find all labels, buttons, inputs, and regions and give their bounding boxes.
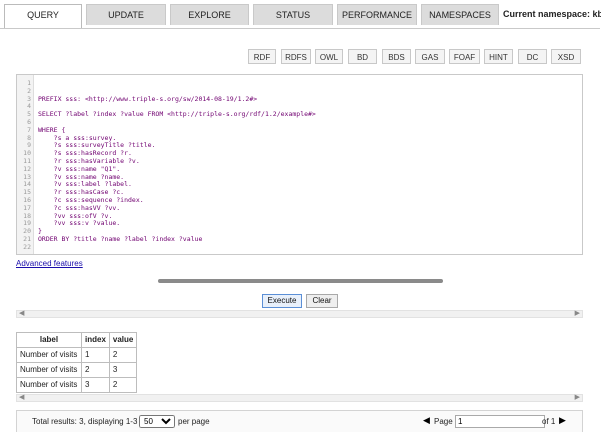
line-number: 4 <box>27 102 31 111</box>
line-number: 1 <box>27 79 31 87</box>
line-number: 22 <box>23 242 31 251</box>
code-text: } <box>38 227 42 236</box>
line-number: 9 <box>27 141 31 150</box>
line-number: 14 <box>23 180 31 189</box>
current-namespace: Current namespace: kb <box>503 9 601 19</box>
table-cell: 3 <box>108 362 138 378</box>
code-text: ?s sss:hasRecord ?r. <box>38 149 132 158</box>
code-text: ORDER BY ?title ?name ?label ?index ?val… <box>38 235 203 243</box>
tab-update[interactable]: UPDATE <box>86 4 166 25</box>
code-text: ?vv sss:ofV ?v. <box>38 211 113 220</box>
total-results-text: Total results: 3, displaying 1-3 <box>32 417 138 426</box>
table-cell: Number of visits <box>16 347 82 363</box>
query-editor[interactable]: 1 2 3 PREFIX sss: <http://www.triple-s.org/… <box>16 74 583 255</box>
advanced-features-link[interactable]: Advanced features <box>16 259 83 268</box>
previous-page-icon[interactable]: ◀ <box>423 415 430 426</box>
prefix-button-hint[interactable]: HINT <box>484 49 513 64</box>
next-page-icon[interactable]: ▶ <box>559 415 566 426</box>
table-cell: 2 <box>108 347 138 363</box>
results-scrollbar[interactable]: ◀ ▶ <box>16 394 583 402</box>
prefix-button-bd[interactable]: BD <box>348 49 377 64</box>
code-text: ?s a sss:survey. <box>38 133 117 142</box>
tab-bar: QUERY UPDATE EXPLORE STATUS PERFORMANCE … <box>0 0 601 29</box>
line-number: 18 <box>23 211 31 220</box>
table-cell: Number of visits <box>16 362 82 378</box>
horizontal-scrollbar[interactable]: ◀ ▶ <box>16 310 583 318</box>
prefix-button-rdfs[interactable]: RDFS <box>281 49 311 64</box>
code-text: ?v sss:name ?name. <box>38 172 125 181</box>
line-number: 20 <box>23 227 31 236</box>
column-header: label <box>16 332 82 348</box>
code-text: ?v sss:label ?label. <box>38 180 132 189</box>
table-cell: 2 <box>81 362 110 378</box>
code-text: SELECT ?label ?index ?value FROM <http:/… <box>38 110 316 119</box>
scroll-right-icon[interactable]: ▶ <box>575 310 580 318</box>
table-cell: 3 <box>81 377 110 393</box>
column-header: index <box>81 332 110 348</box>
page-size-select[interactable]: 50 <box>139 415 175 428</box>
code-text: ?c sss:sequence ?index. <box>38 196 144 204</box>
line-number: 7 <box>27 125 31 134</box>
line-number: 6 <box>27 118 31 126</box>
editor-resize-handle[interactable] <box>158 279 443 283</box>
line-number: 16 <box>23 196 31 204</box>
column-header: value <box>108 332 138 348</box>
page-count-label: of 1 <box>542 417 556 426</box>
page-label: Page <box>434 417 453 426</box>
scroll-left-icon[interactable]: ◀ <box>19 394 24 402</box>
line-number: 12 <box>23 164 31 173</box>
code-text: ?r sss:hasVariable ?v. <box>38 157 140 165</box>
prefix-button-gas[interactable]: GAS <box>415 49 445 64</box>
code-text: ?c sss:hasVV ?vv. <box>38 203 121 212</box>
prefix-button-dc[interactable]: DC <box>518 49 547 64</box>
tab-namespaces[interactable]: NAMESPACES <box>421 4 499 25</box>
code-text: WHERE { <box>38 125 66 134</box>
prefix-button-foaf[interactable]: FOAF <box>449 49 480 64</box>
code-text: ?v sss:name "Q1". <box>38 164 121 173</box>
line-number: 15 <box>23 188 31 197</box>
table-row: Number of visits 2 3 <box>16 362 138 378</box>
code-text: ?s sss:surveyTitle ?title. <box>38 141 156 150</box>
code-text: ?r sss:hasCase ?c. <box>38 188 125 197</box>
line-number: 19 <box>23 219 31 228</box>
tab-performance[interactable]: PERFORMANCE <box>337 4 417 25</box>
per-page-label: per page <box>178 417 210 426</box>
tab-query[interactable]: QUERY <box>4 4 82 29</box>
scroll-left-icon[interactable]: ◀ <box>19 310 24 318</box>
line-number: 5 <box>27 110 31 119</box>
table-cell: Number of visits <box>16 377 82 393</box>
code-text: ?vv sss:v ?value. <box>38 219 121 228</box>
line-number: 17 <box>23 203 31 212</box>
execute-button[interactable]: Execute <box>262 294 302 308</box>
line-number: 2 <box>27 86 31 95</box>
table-row: Number of visits 3 2 <box>16 377 138 393</box>
line-number: 8 <box>27 133 31 142</box>
line-number: 11 <box>23 157 31 165</box>
line-number: 13 <box>23 172 31 181</box>
tab-explore[interactable]: EXPLORE <box>170 4 249 25</box>
results-pager: Total results: 3, displaying 1-3 50 per … <box>16 410 583 432</box>
prefix-button-owl[interactable]: OWL <box>315 49 343 64</box>
table-header-row: label index value <box>16 332 138 348</box>
line-number: 3 <box>27 94 31 103</box>
results-table: label index value Number of visits 1 2 N… <box>16 332 138 393</box>
line-number: 10 <box>23 149 31 158</box>
code-text: PREFIX sss: <http://www.triple-s.org/sw/… <box>38 94 258 103</box>
prefix-button-bds[interactable]: BDS <box>382 49 411 64</box>
clear-button[interactable]: Clear <box>306 294 338 308</box>
page-number-input[interactable] <box>455 415 545 428</box>
scroll-right-icon[interactable]: ▶ <box>575 394 580 402</box>
prefix-button-rdf[interactable]: RDF <box>248 49 276 64</box>
table-cell: 2 <box>108 377 138 393</box>
table-cell: 1 <box>81 347 110 363</box>
table-row: Number of visits 1 2 <box>16 347 138 363</box>
prefix-button-xsd[interactable]: XSD <box>551 49 581 64</box>
line-number: 21 <box>23 235 31 243</box>
tab-status[interactable]: STATUS <box>253 4 333 25</box>
